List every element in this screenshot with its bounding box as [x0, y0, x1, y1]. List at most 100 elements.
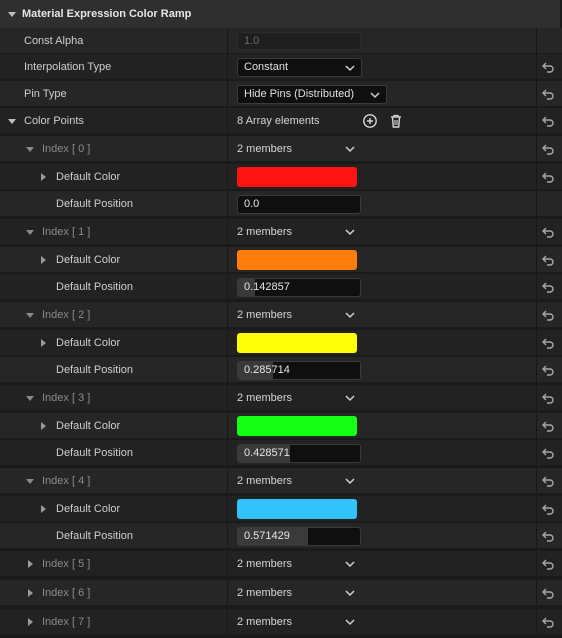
- pin-type-label: Pin Type: [24, 88, 67, 100]
- default-position-row: Default Position 0.285714: [0, 357, 562, 383]
- default-color-row: Default Color: [0, 496, 562, 522]
- default-color-label: Default Color: [56, 254, 121, 266]
- default-color-label: Default Color: [56, 171, 121, 183]
- default-position-label: Default Position: [56, 198, 134, 210]
- expand-arrow-icon[interactable]: [41, 505, 46, 513]
- reset-to-default-icon[interactable]: [541, 474, 557, 488]
- expand-arrow-icon[interactable]: [26, 396, 34, 401]
- reset-to-default-icon[interactable]: [541, 557, 557, 571]
- trash-icon[interactable]: [388, 113, 404, 129]
- expand-arrow-icon[interactable]: [41, 256, 46, 264]
- array-index-row: Index [ 2 ] 2 members: [0, 302, 562, 328]
- expand-arrow-icon[interactable]: [26, 230, 34, 235]
- default-color-row: Default Color: [0, 413, 562, 439]
- members-text: 2 members: [237, 616, 293, 628]
- expand-arrow-icon[interactable]: [28, 560, 33, 568]
- reset-to-default-icon[interactable]: [541, 391, 557, 405]
- reset-to-default-icon[interactable]: [541, 502, 557, 516]
- reset-to-default-icon[interactable]: [541, 225, 557, 239]
- array-count-text: 8 Array elements: [237, 115, 320, 127]
- expand-arrow-icon[interactable]: [8, 119, 16, 124]
- const-alpha-row: Const Alpha 1.0: [0, 28, 562, 54]
- position-slider[interactable]: 0.571429: [237, 527, 361, 546]
- reset-to-default-icon[interactable]: [541, 336, 557, 350]
- reset-to-default-icon[interactable]: [541, 87, 557, 101]
- members-text: 2 members: [237, 475, 293, 487]
- reset-to-default-icon[interactable]: [541, 280, 557, 294]
- chevron-down-icon[interactable]: [345, 310, 355, 320]
- default-position-label: Default Position: [56, 447, 134, 459]
- expand-arrow-icon[interactable]: [26, 479, 34, 484]
- expand-arrow-icon[interactable]: [26, 147, 34, 152]
- index-label: Index [ 4 ]: [42, 475, 91, 487]
- array-index-row: Index [ 4 ] 2 members: [0, 468, 562, 494]
- chevron-down-icon[interactable]: [345, 617, 355, 627]
- color-swatch[interactable]: [237, 499, 357, 519]
- const-alpha-label: Const Alpha: [24, 35, 84, 47]
- color-swatch[interactable]: [237, 333, 357, 353]
- position-slider[interactable]: 0.142857: [237, 278, 361, 297]
- collapse-arrow-icon[interactable]: [8, 11, 16, 17]
- reset-to-default-icon[interactable]: [541, 60, 557, 74]
- position-slider[interactable]: 0.428571: [237, 444, 361, 463]
- add-element-icon[interactable]: [362, 113, 378, 129]
- default-color-label: Default Color: [56, 503, 121, 515]
- color-swatch[interactable]: [237, 250, 357, 270]
- reset-to-default-icon[interactable]: [541, 446, 557, 460]
- category-header[interactable]: Material Expression Color Ramp: [0, 0, 560, 29]
- reset-to-default-icon[interactable]: [541, 114, 557, 128]
- default-position-label: Default Position: [56, 281, 134, 293]
- reset-to-default-icon[interactable]: [541, 253, 557, 267]
- default-position-label: Default Position: [56, 364, 134, 376]
- chevron-down-icon[interactable]: [345, 588, 355, 598]
- array-index-row: Index [ 1 ] 2 members: [0, 219, 562, 245]
- expand-arrow-icon[interactable]: [28, 589, 33, 597]
- color-swatch[interactable]: [237, 416, 357, 436]
- array-index-row: Index [ 5 ] 2 members: [0, 551, 562, 577]
- interpolation-type-label: Interpolation Type: [24, 61, 112, 73]
- position-value: 0.142857: [244, 281, 290, 293]
- chevron-down-icon[interactable]: [345, 227, 355, 237]
- reset-to-default-icon[interactable]: [541, 170, 557, 184]
- expand-arrow-icon[interactable]: [26, 313, 34, 318]
- reset-to-default-icon[interactable]: [541, 586, 557, 600]
- default-position-label: Default Position: [56, 530, 134, 542]
- position-value: 0.571429: [244, 530, 290, 542]
- index-label: Index [ 7 ]: [42, 616, 91, 628]
- chevron-down-icon[interactable]: [345, 393, 355, 403]
- reset-to-default-icon[interactable]: [541, 529, 557, 543]
- interpolation-type-dropdown[interactable]: Constant: [237, 58, 362, 77]
- reset-to-default-icon[interactable]: [541, 615, 557, 629]
- reset-to-default-icon[interactable]: [541, 419, 557, 433]
- default-position-row: Default Position 0.428571: [0, 440, 562, 466]
- members-text: 2 members: [237, 392, 293, 404]
- index-label: Index [ 1 ]: [42, 226, 91, 238]
- default-color-row: Default Color: [0, 330, 562, 356]
- array-index-row: Index [ 6 ] 2 members: [0, 580, 562, 606]
- expand-arrow-icon[interactable]: [41, 173, 46, 181]
- chevron-down-icon: [345, 65, 355, 72]
- reset-to-default-icon[interactable]: [541, 308, 557, 322]
- expand-arrow-icon[interactable]: [41, 339, 46, 347]
- category-title: Material Expression Color Ramp: [22, 8, 192, 20]
- chevron-down-icon[interactable]: [345, 476, 355, 486]
- expand-arrow-icon[interactable]: [41, 422, 46, 430]
- chevron-down-icon[interactable]: [345, 559, 355, 569]
- interpolation-type-row: Interpolation Type Constant: [0, 54, 562, 80]
- position-slider[interactable]: 0.285714: [237, 361, 361, 380]
- default-position-row: Default Position 0.571429: [0, 523, 562, 549]
- index-label: Index [ 2 ]: [42, 309, 91, 321]
- members-text: 2 members: [237, 226, 293, 238]
- color-swatch[interactable]: [237, 167, 357, 187]
- position-value: 0.0: [244, 198, 260, 210]
- reset-to-default-icon[interactable]: [541, 363, 557, 377]
- chevron-down-icon[interactable]: [345, 144, 355, 154]
- expand-arrow-icon[interactable]: [28, 618, 33, 626]
- position-slider[interactable]: 0.0: [237, 195, 361, 214]
- members-text: 2 members: [237, 587, 293, 599]
- position-value: 0.285714: [244, 364, 290, 376]
- default-color-row: Default Color: [0, 247, 562, 273]
- pin-type-dropdown[interactable]: Hide Pins (Distributed): [237, 85, 387, 104]
- array-index-row: Index [ 3 ] 2 members: [0, 385, 562, 411]
- reset-to-default-icon[interactable]: [541, 142, 557, 156]
